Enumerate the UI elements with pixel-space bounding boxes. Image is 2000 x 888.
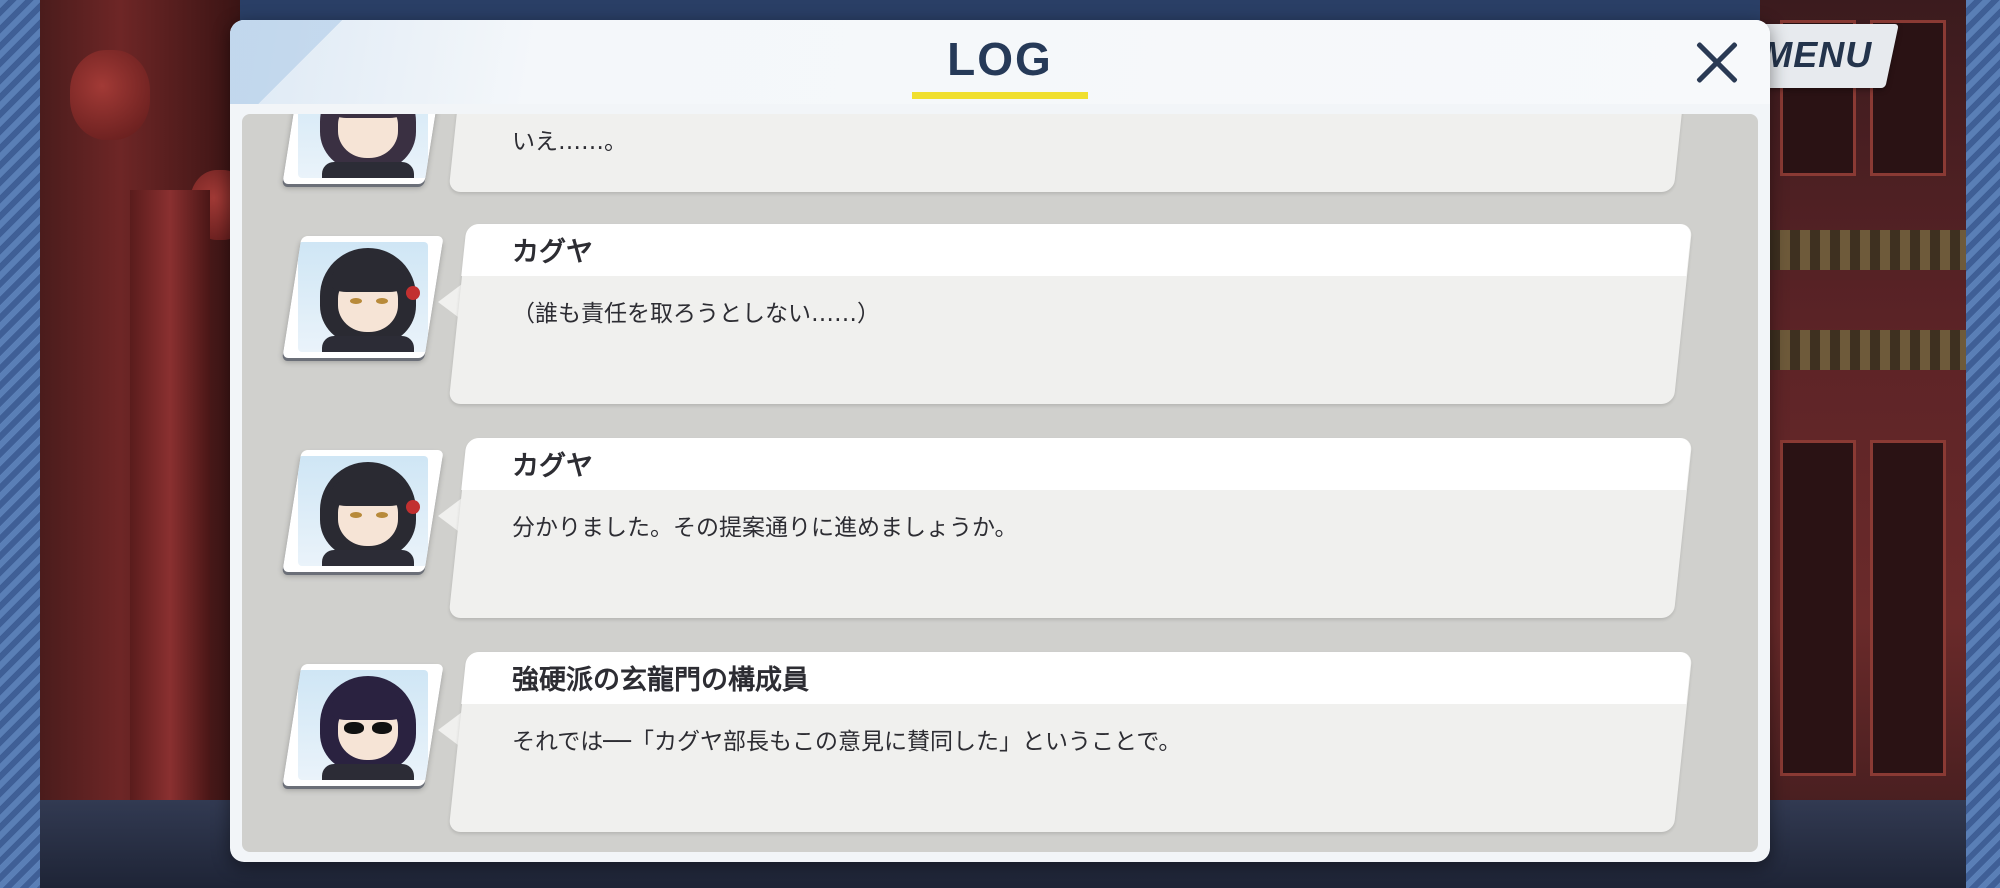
- portrait-member-sunglasses: [282, 664, 444, 786]
- log-entry: いえ……。: [242, 114, 1758, 212]
- log-entry: カグヤ 分かりました。その提案通りに進めましょうか。: [242, 438, 1758, 638]
- speaker-name: カグヤ: [512, 237, 593, 268]
- speaker-name: カグヤ: [512, 451, 593, 482]
- portrait-headset-student: [282, 114, 444, 184]
- right-building: [1760, 0, 1966, 888]
- log-scroll-area[interactable]: いえ……。 カグヤ （誰も責任を取ろうとしない……） カグヤ 分かりました。その…: [242, 114, 1758, 852]
- title-underline: [912, 92, 1088, 99]
- menu-button-label: MENU: [1762, 34, 1873, 75]
- log-title: LOG: [947, 33, 1053, 85]
- dialogue-text: それでは──「カグヤ部長もこの意見に賛同した」ということで。: [512, 729, 1182, 755]
- dialogue-bubble: [448, 114, 1693, 192]
- speaker-name: 強硬派の玄龍門の構成員: [512, 665, 809, 696]
- log-header: LOG: [230, 20, 1770, 104]
- log-entry: カグヤ （誰も責任を取ろうとしない……）: [242, 224, 1758, 424]
- left-building: [40, 0, 250, 888]
- window: [1870, 440, 1946, 776]
- portrait-kaguya: [282, 450, 444, 572]
- lantern: [70, 50, 150, 140]
- close-icon[interactable]: [1686, 32, 1748, 94]
- dialogue-text: 分かりました。その提案通りに進めましょうか。: [512, 515, 1018, 541]
- log-window: LOG いえ……。 カグヤ （誰も責任を取ろうとしない……） カグヤ 分かりまし…: [230, 20, 1770, 862]
- left-stripe-border: [0, 0, 40, 888]
- roof-band: [1760, 230, 1966, 270]
- speaker-strip: [461, 224, 1692, 276]
- roof-band: [1760, 330, 1966, 370]
- portrait-kaguya: [282, 236, 444, 358]
- log-entry: 強硬派の玄龍門の構成員 それでは──「カグヤ部長もこの意見に賛同した」ということ…: [242, 652, 1758, 852]
- dialogue-text: （誰も責任を取ろうとしない……）: [512, 301, 880, 327]
- right-stripe-border: [1966, 0, 2000, 888]
- window: [1780, 440, 1856, 776]
- speaker-strip: [461, 438, 1692, 490]
- dialogue-text: いえ……。: [512, 129, 627, 155]
- pillar: [130, 190, 210, 888]
